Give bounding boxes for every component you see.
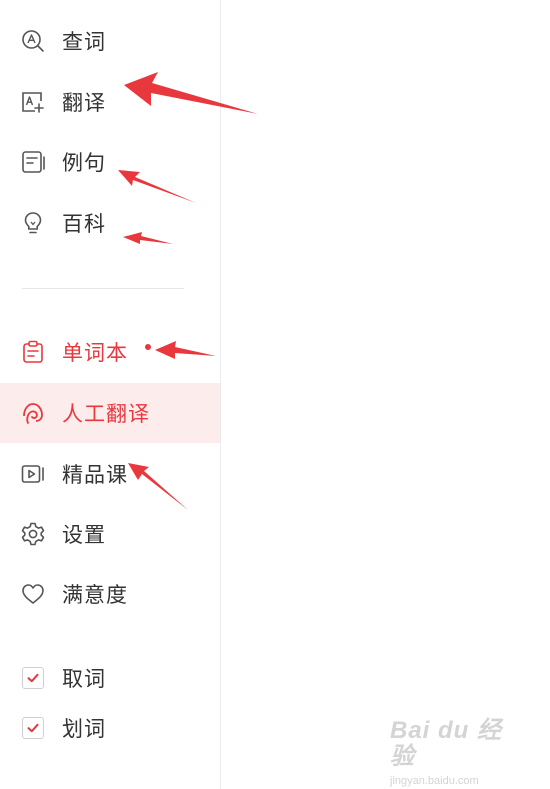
headset-icon (20, 400, 46, 426)
sidebar-item-encyclopedia[interactable]: 百科 (0, 193, 220, 253)
watermark-brand: Bai du 经验 (390, 717, 503, 770)
search-a-icon (20, 28, 46, 54)
heart-icon (20, 581, 46, 607)
selection-translate-checkbox[interactable] (22, 717, 44, 739)
watermark-url: jingyan.baidu.com (390, 775, 479, 787)
selection-translate-toggle[interactable]: 划词 (0, 703, 220, 753)
sidebar-item-courses[interactable]: 精品课 (0, 444, 220, 504)
clipboard-icon (20, 339, 46, 365)
sidebar-item-label: 设置 (62, 523, 106, 547)
sidebar-item-satisfaction[interactable]: 满意度 (0, 564, 220, 624)
selection-translate-label: 划词 (62, 717, 106, 741)
video-course-icon (20, 461, 46, 487)
sidebar-item-label: 查词 (62, 30, 106, 54)
sidebar-item-label: 满意度 (62, 583, 128, 607)
sidebar-item-label: 单词本 (62, 341, 128, 365)
sidebar-item-settings[interactable]: 设置 (0, 504, 220, 564)
sidebar-item-human-translation[interactable]: 人工翻译 (0, 383, 220, 443)
auto-capture-checkbox[interactable] (22, 667, 44, 689)
notification-dot (145, 344, 151, 350)
document-icon (20, 149, 46, 175)
sidebar-item-label: 例句 (62, 151, 106, 175)
sidebar-item-translate[interactable]: 翻译 (0, 72, 220, 132)
auto-capture-label: 取词 (62, 667, 106, 691)
baidu-jingyan-watermark: Bai du 经验 jingyan.baidu.com (390, 718, 520, 788)
sidebar-item-examples[interactable]: 例句 (0, 132, 220, 192)
translate-icon (20, 89, 46, 115)
gear-icon (20, 521, 46, 547)
sidebar-item-label: 精品课 (62, 463, 128, 487)
sidebar-item-wordbook[interactable]: 单词本 (0, 322, 220, 382)
auto-capture-toggle[interactable]: 取词 (0, 653, 220, 703)
main-content (221, 0, 550, 789)
sidebar: 查词 翻译 例句 百科 单词本 人工翻译 精品课 设置 满意度 取词 划词 (0, 0, 220, 789)
sidebar-item-label: 人工翻译 (62, 402, 150, 426)
sidebar-divider (22, 288, 184, 289)
sidebar-item-label: 百科 (62, 212, 106, 236)
sidebar-item-lookup[interactable]: 查词 (0, 11, 220, 71)
sidebar-item-label: 翻译 (62, 91, 106, 115)
lightbulb-icon (20, 210, 46, 236)
